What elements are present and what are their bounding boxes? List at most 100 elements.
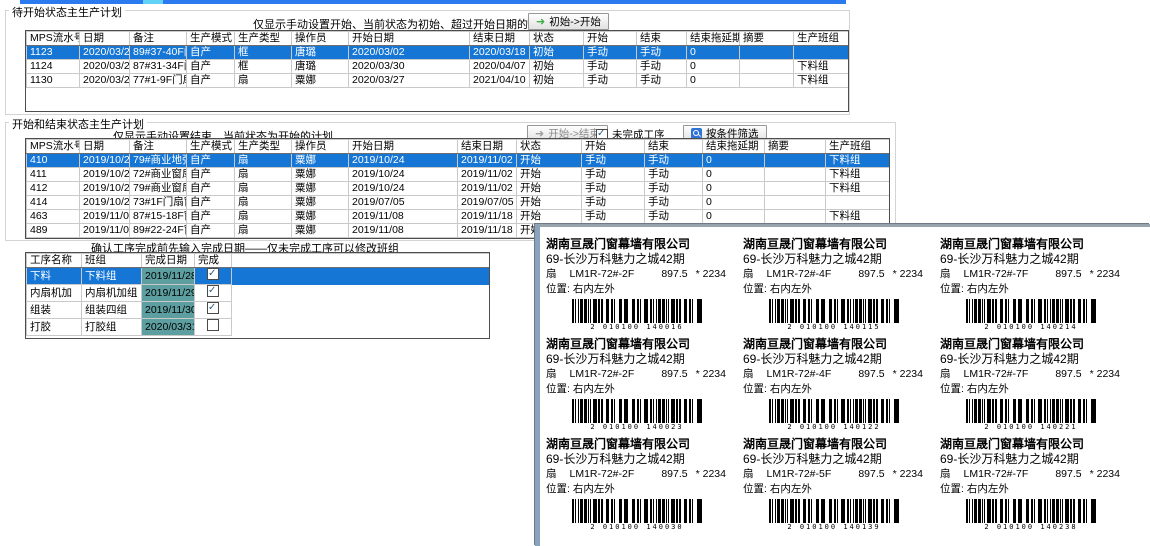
cell[interactable]: 2019/10/24 [80, 196, 130, 210]
cell[interactable]: 2020/03/30 [349, 60, 470, 74]
cell[interactable]: 87#15-18F窗扇 [130, 210, 187, 224]
table-row[interactable]: 4122019/10/2479#商业窗扇自产扇粟娜2019/10/242019/… [27, 182, 890, 196]
column-header[interactable]: 结束 [637, 32, 687, 46]
column-header[interactable]: 开始日期 [349, 140, 458, 154]
column-header[interactable]: 生产班组 [826, 140, 890, 154]
row-checkbox[interactable] [207, 285, 219, 297]
process-row[interactable]: 打胶打胶组2020/03/31 [27, 319, 490, 336]
done-cell[interactable] [195, 302, 232, 319]
row-checkbox[interactable] [207, 319, 219, 331]
cell[interactable]: 2020/04/07 [470, 60, 530, 74]
cell[interactable]: 2019/10/24 [80, 154, 130, 168]
cell[interactable]: 手动 [645, 182, 703, 196]
table-row[interactable]: 11242020/03/2687#31-34F门框自产框唐璐2020/03/30… [27, 60, 849, 74]
process-row[interactable]: 内扇机加内扇机加组2019/11/29 [27, 285, 490, 302]
cell[interactable]: 框 [235, 46, 292, 60]
cell[interactable]: 手动 [645, 210, 703, 224]
column-header[interactable]: 状态 [517, 140, 582, 154]
cell[interactable] [740, 74, 794, 88]
cell[interactable] [826, 196, 890, 210]
cell[interactable]: 0 [687, 46, 740, 60]
table-row[interactable]: 4142019/10/2473#1F门扇窗扇自产扇粟娜2019/07/05201… [27, 196, 890, 210]
cell[interactable]: 粟娜 [292, 224, 349, 238]
cell[interactable]: 79#商业窗扇 [130, 182, 187, 196]
column-header[interactable]: 结束日期 [470, 32, 530, 46]
cell[interactable]: 粟娜 [292, 74, 349, 88]
cell[interactable]: 开始 [517, 196, 582, 210]
cell[interactable]: 手动 [584, 60, 637, 74]
cell[interactable]: 2019/11/18 [458, 224, 517, 238]
cell[interactable]: 初始 [530, 60, 584, 74]
cell[interactable]: 手动 [582, 182, 645, 196]
cell[interactable]: 2019/11/08 [349, 210, 458, 224]
cell[interactable]: 1124 [27, 60, 80, 74]
cell[interactable]: 2019/10/24 [349, 182, 458, 196]
cell[interactable]: 下料组 [794, 74, 849, 88]
column-header[interactable]: 班组 [82, 254, 142, 268]
cell[interactable]: 下料组 [794, 60, 849, 74]
cell[interactable]: 粟娜 [292, 210, 349, 224]
cell[interactable]: 手动 [637, 46, 687, 60]
cell[interactable]: 自产 [187, 60, 235, 74]
cell[interactable]: 下料组 [826, 154, 890, 168]
cell[interactable]: 89#22-24F窗扇 [130, 224, 187, 238]
cell[interactable]: 手动 [637, 74, 687, 88]
cell[interactable]: 手动 [584, 46, 637, 60]
column-header[interactable]: 生产班组 [794, 32, 849, 46]
team-cell[interactable]: 下料组 [82, 268, 142, 285]
process-name-cell[interactable]: 内扇机加 [27, 285, 82, 302]
cell[interactable]: 扇 [235, 210, 292, 224]
cell[interactable]: 77#1-9F门扇 [130, 74, 187, 88]
cell[interactable]: 2020/03/27 [80, 74, 130, 88]
cell[interactable]: 463 [27, 210, 80, 224]
cell[interactable] [765, 210, 826, 224]
column-header[interactable]: 备注 [130, 140, 187, 154]
cell[interactable]: 下料组 [826, 210, 890, 224]
column-header[interactable]: 完成 [195, 254, 232, 268]
cell[interactable] [794, 46, 849, 60]
cell[interactable] [765, 154, 826, 168]
cell[interactable]: 414 [27, 196, 80, 210]
cell[interactable]: 0 [703, 210, 765, 224]
cell[interactable]: 73#1F门扇窗扇 [130, 196, 187, 210]
cell[interactable]: 2020/03/26 [80, 60, 130, 74]
cell[interactable]: 开始 [517, 154, 582, 168]
cell[interactable]: 1123 [27, 46, 80, 60]
cell[interactable]: 2019/11/02 [458, 182, 517, 196]
cell[interactable]: 扇 [235, 168, 292, 182]
process-name-cell[interactable]: 下料 [27, 268, 82, 285]
cell[interactable]: 下料组 [826, 168, 890, 182]
process-row[interactable]: 组装组装四组2019/11/30 [27, 302, 490, 319]
column-header[interactable]: 生产模式 [187, 32, 235, 46]
cell[interactable]: 2020/03/27 [349, 74, 470, 88]
cell[interactable]: 扇 [235, 154, 292, 168]
process-name-cell[interactable]: 打胶 [27, 319, 82, 336]
column-header[interactable]: 日期 [80, 32, 130, 46]
cell[interactable]: 2021/04/10 [470, 74, 530, 88]
init-to-start-button[interactable]: 初始->开始 [528, 13, 609, 30]
cell[interactable]: 扇 [235, 182, 292, 196]
cell[interactable]: 手动 [637, 60, 687, 74]
row-checkbox[interactable] [207, 302, 219, 314]
team-cell[interactable]: 打胶组 [82, 319, 142, 336]
cell[interactable]: 初始 [530, 46, 584, 60]
done-cell[interactable] [195, 268, 232, 285]
cell[interactable]: 手动 [645, 196, 703, 210]
cell[interactable]: 手动 [584, 74, 637, 88]
finish-date-cell[interactable]: 2019/11/28 [142, 268, 195, 285]
cell[interactable]: 412 [27, 182, 80, 196]
cell[interactable] [740, 60, 794, 74]
cell[interactable]: 自产 [187, 74, 235, 88]
cell[interactable] [740, 46, 794, 60]
column-header[interactable]: 工序名称 [27, 254, 82, 268]
cell[interactable]: 扇 [235, 196, 292, 210]
column-header[interactable]: 结束拖延期 [687, 32, 740, 46]
cell[interactable]: 手动 [582, 168, 645, 182]
cell[interactable]: 2019/10/24 [349, 154, 458, 168]
column-header[interactable]: 摘要 [740, 32, 794, 46]
cell[interactable]: 2020/03/26 [80, 46, 130, 60]
cell[interactable] [765, 182, 826, 196]
cell[interactable]: 2019/10/24 [349, 168, 458, 182]
cell[interactable]: 2019/11/18 [458, 210, 517, 224]
cell[interactable]: 411 [27, 168, 80, 182]
